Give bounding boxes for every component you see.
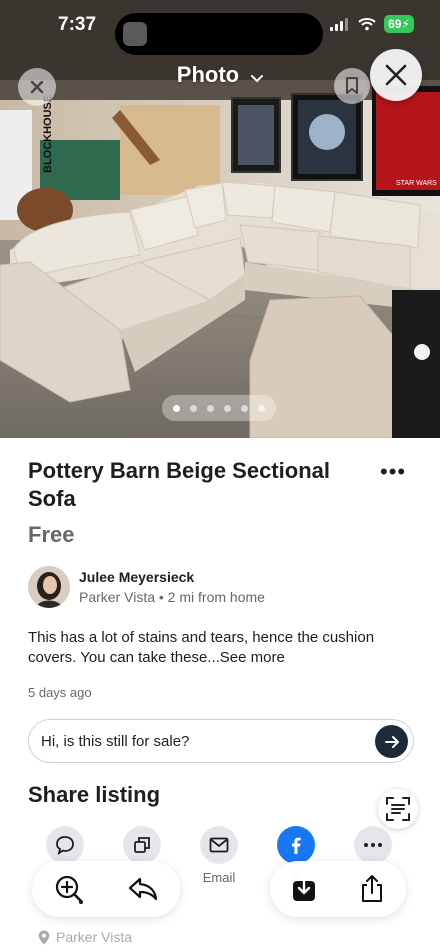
bookmark-icon — [346, 77, 358, 94]
scan-text-icon — [386, 797, 410, 821]
listing-photo[interactable]: BLOCKHOUSE STAR WARS 7:37 69⚡ Photo — [0, 0, 440, 438]
more-options-button[interactable]: ••• — [380, 461, 406, 483]
photo-title-label: Photo — [176, 62, 240, 87]
wifi-icon — [358, 18, 376, 31]
send-message-button[interactable] — [375, 725, 408, 758]
zoom-in-icon — [55, 875, 83, 904]
pagination-dot[interactable] — [224, 404, 231, 412]
save-share-toolbar — [270, 861, 406, 917]
listing-title: Pottery Barn Beige Sectional Sofa — [28, 458, 330, 511]
pagination-dot[interactable] — [190, 404, 197, 412]
share-icon — [362, 875, 382, 902]
download-icon — [293, 875, 315, 901]
more-icon — [354, 826, 392, 864]
chat-icon — [46, 826, 84, 864]
download-button[interactable] — [284, 869, 324, 909]
zoom-in-button[interactable] — [49, 869, 89, 909]
posted-time: 5 days ago — [28, 685, 92, 700]
scan-text-button[interactable] — [378, 789, 418, 829]
pagination-dot[interactable] — [207, 404, 214, 412]
battery-indicator: 69⚡ — [384, 15, 414, 33]
app-icon — [123, 22, 147, 46]
pagination-dot[interactable] — [258, 404, 265, 412]
status-time: 7:37 — [58, 14, 97, 35]
svg-text:STAR WARS: STAR WARS — [396, 180, 437, 187]
save-listing-button[interactable] — [334, 68, 370, 104]
reply-arrow-icon — [128, 877, 158, 901]
back-button[interactable] — [123, 869, 163, 909]
status-bar: 7:37 69⚡ — [0, 0, 440, 55]
see-more-link[interactable]: See more — [220, 649, 285, 666]
seller-profile[interactable]: Julee Meyersieck Parker Vista • 2 mi fro… — [28, 566, 265, 608]
pagination-dot[interactable] — [173, 404, 180, 412]
share-button[interactable] — [352, 869, 392, 909]
seller-location: Parker Vista • 2 mi from home — [79, 589, 265, 605]
chevron-down-icon — [251, 63, 264, 89]
arrow-right-icon — [384, 735, 399, 748]
svg-text:BLOCKHOUSE: BLOCKHOUSE — [42, 95, 54, 173]
avatar[interactable] — [28, 566, 70, 608]
dynamic-island — [115, 13, 323, 55]
footer-location-text: Parker Vista — [56, 929, 132, 945]
signal-icon — [330, 18, 348, 31]
listing-description: This has a lot of stains and tears, henc… — [28, 628, 420, 668]
email-icon — [200, 826, 238, 864]
pagination-dot[interactable] — [241, 404, 248, 412]
share-section-title: Share listing — [28, 782, 161, 807]
listing-price: Free — [28, 522, 75, 547]
seller-name[interactable]: Julee Meyersieck — [79, 567, 265, 587]
copy-icon — [123, 826, 161, 864]
status-icons: 69⚡ — [330, 15, 414, 33]
facebook-icon — [277, 826, 315, 864]
close-icon — [385, 64, 407, 86]
share-email[interactable]: Email — [194, 826, 244, 885]
footer-location: Parker Vista — [38, 929, 132, 945]
location-pin-icon — [38, 930, 50, 944]
description-text: This has a lot of stains and tears, henc… — [28, 629, 375, 666]
dismiss-button[interactable] — [370, 49, 422, 101]
message-input[interactable]: Hi, is this still for sale? — [28, 719, 414, 763]
markup-toolbar — [32, 861, 180, 917]
message-text[interactable]: Hi, is this still for sale? — [41, 733, 189, 750]
photo-pagination[interactable] — [162, 395, 276, 421]
